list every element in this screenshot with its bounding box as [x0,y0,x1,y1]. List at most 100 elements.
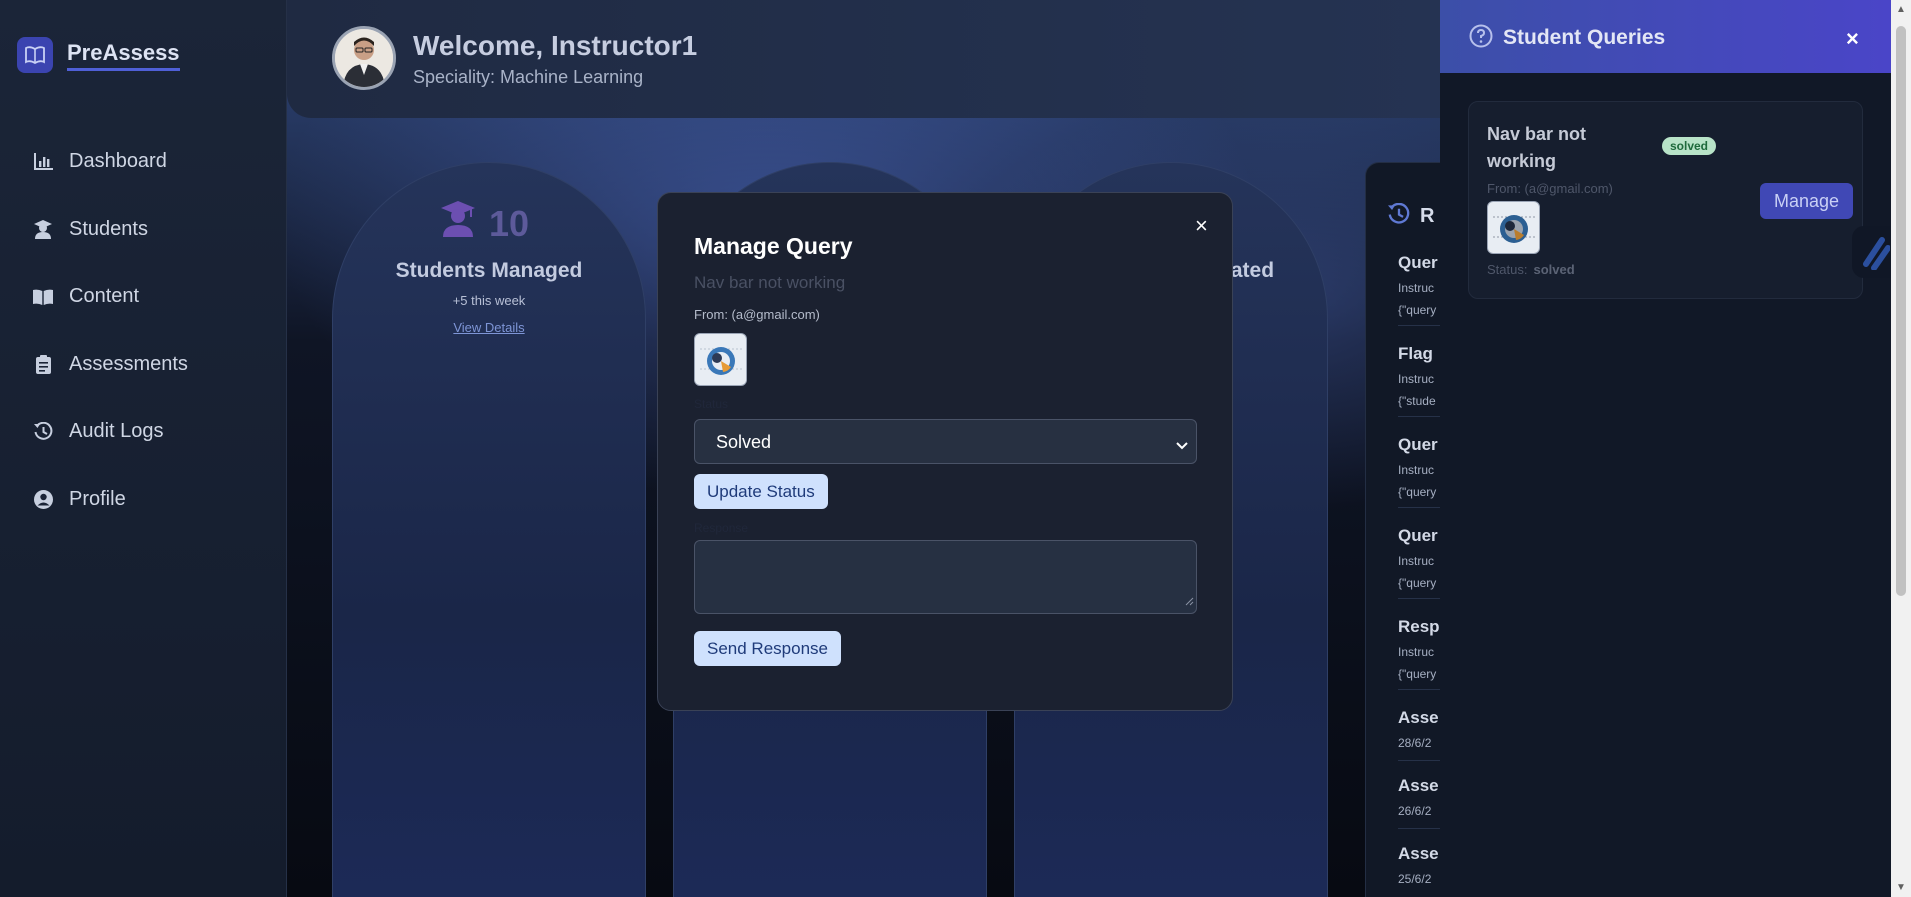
response-textarea[interactable] [694,540,1197,614]
entry-title: Asse [1398,708,1439,727]
entry-title: Quer [1398,526,1438,545]
divider [1398,689,1440,690]
response-label: Response [694,521,749,535]
sidebar-item-label: Audit Logs [69,420,164,443]
entry-title: Resp [1398,617,1440,636]
activity-entry: Quer Instruc {"query [1398,253,1438,317]
scrollbar-thumb[interactable] [1896,26,1906,596]
activity-entry: Quer Instruc {"query [1398,435,1438,499]
attachment-thumbnail[interactable] [1487,201,1540,254]
sidebar-item-audit-logs[interactable]: Audit Logs [33,398,188,466]
divider [1398,760,1440,761]
manage-query-modal: × Manage Query Nav bar not working From:… [657,192,1233,711]
sidebar-item-content[interactable]: Content [33,263,188,331]
sidebar-item-dashboard[interactable]: Dashboard [33,128,188,196]
history-icon [33,422,53,442]
divider [1398,507,1440,508]
question-circle-icon [1469,24,1493,53]
resize-handle-icon[interactable] [1185,593,1194,611]
query-from: From: (a@gmail.com) [694,307,820,322]
sidebar-item-label: Content [69,285,140,308]
entry-meta: 26/6/2 [1398,804,1432,818]
sidebar-item-label: Students [69,217,148,240]
sidebar-item-label: Assessments [69,352,188,375]
sidebar-item-label: Profile [69,487,126,510]
entry-title: Quer [1398,435,1438,454]
sidebar-nav: Dashboard Students Content Assessments A… [33,128,188,533]
stat-card-students: 10 Students Managed +5 this week View De… [332,162,646,897]
entry-detail: {"query [1398,667,1437,681]
entry-meta: Instruc [1398,372,1435,386]
status-label: Status [694,397,729,411]
clipboard-icon [33,354,53,374]
entry-meta: 25/6/2 [1398,872,1432,886]
queries-panel-header: Student Queries × [1440,0,1891,73]
activity-entry: Asse 25/6/2 [1398,844,1439,886]
recent-activity-panel: R Quer Instruc {"query Flag Instruc {"st… [1365,162,1440,897]
sidebar-item-assessments[interactable]: Assessments [33,331,188,399]
sidebar: PreAssess Dashboard Students Content Ass… [0,0,287,897]
entry-detail: {"query [1398,303,1437,317]
activity-entry: Asse 26/6/2 [1398,776,1439,818]
entry-detail: {"stude [1398,394,1436,408]
brand[interactable]: PreAssess [17,37,180,73]
chevron-down-icon [1176,435,1188,456]
entry-meta: Instruc [1398,645,1435,659]
close-icon[interactable]: × [1846,26,1859,52]
send-response-button[interactable]: Send Response [694,631,841,666]
scrollbar[interactable]: ▲ ▼ [1891,0,1911,897]
activity-entry: Resp Instruc {"query [1398,617,1440,681]
entry-detail: {"query [1398,576,1437,590]
welcome-title: Welcome, Instructor1 [413,30,698,61]
history-icon [1388,202,1410,230]
sidebar-item-students[interactable]: Students [33,196,188,264]
attachment-thumbnail[interactable] [694,333,747,386]
speciality-text: Speciality: Machine Learning [413,67,644,87]
scroll-down-icon[interactable]: ▼ [1896,882,1906,893]
stat-subtitle: +5 this week [452,293,526,308]
sidebar-item-profile[interactable]: Profile [33,466,188,534]
entry-meta: 28/6/2 [1398,736,1432,750]
manage-button[interactable]: Manage [1760,183,1853,219]
user-circle-icon [33,489,53,509]
entry-meta: Instruc [1398,554,1435,568]
students-count: 10 [489,203,530,244]
status-label: Status: [1487,262,1528,277]
close-icon[interactable]: × [1195,213,1208,239]
stripes-icon [1863,237,1891,271]
graduate-icon [441,201,475,237]
entry-title: Flag [1398,344,1433,363]
avatar[interactable] [332,26,396,90]
activity-heading: R [1420,205,1435,227]
entry-title: Asse [1398,776,1439,795]
student-queries-panel: Student Queries × Nav bar not working so… [1440,0,1891,897]
stat-title: Students Managed [395,259,583,282]
entry-title: Quer [1398,253,1438,272]
brand-name: PreAssess [67,40,180,71]
query-status: Status: solved [1487,262,1575,277]
sidebar-item-label: Dashboard [69,150,167,173]
status-select-value: Solved [716,432,772,452]
query-text: Nav bar not working [694,273,846,292]
status-select[interactable]: Solved [694,419,1197,464]
panel-toggle-tab[interactable] [1852,226,1896,278]
query-from: From: (a@gmail.com) [1487,181,1613,196]
query-title: Nav bar not working [1487,124,1587,171]
divider [1398,416,1440,417]
divider [1398,598,1440,599]
view-details-link[interactable]: View Details [333,320,645,335]
book-open-icon [17,37,53,73]
update-status-button[interactable]: Update Status [694,474,828,509]
status-value: solved [1533,262,1575,277]
divider [1398,828,1440,829]
chart-icon [33,152,53,172]
entry-title: Asse [1398,844,1439,863]
modal-title: Manage Query [694,233,853,259]
student-icon [33,219,53,239]
entry-meta: Instruc [1398,281,1435,295]
entry-detail: {"query [1398,485,1437,499]
activity-entry: Flag Instruc {"stude [1398,344,1436,408]
entry-meta: Instruc [1398,463,1435,477]
scroll-up-icon[interactable]: ▲ [1896,4,1906,15]
header: Welcome, Instructor1 Speciality: Machine… [287,0,1440,118]
